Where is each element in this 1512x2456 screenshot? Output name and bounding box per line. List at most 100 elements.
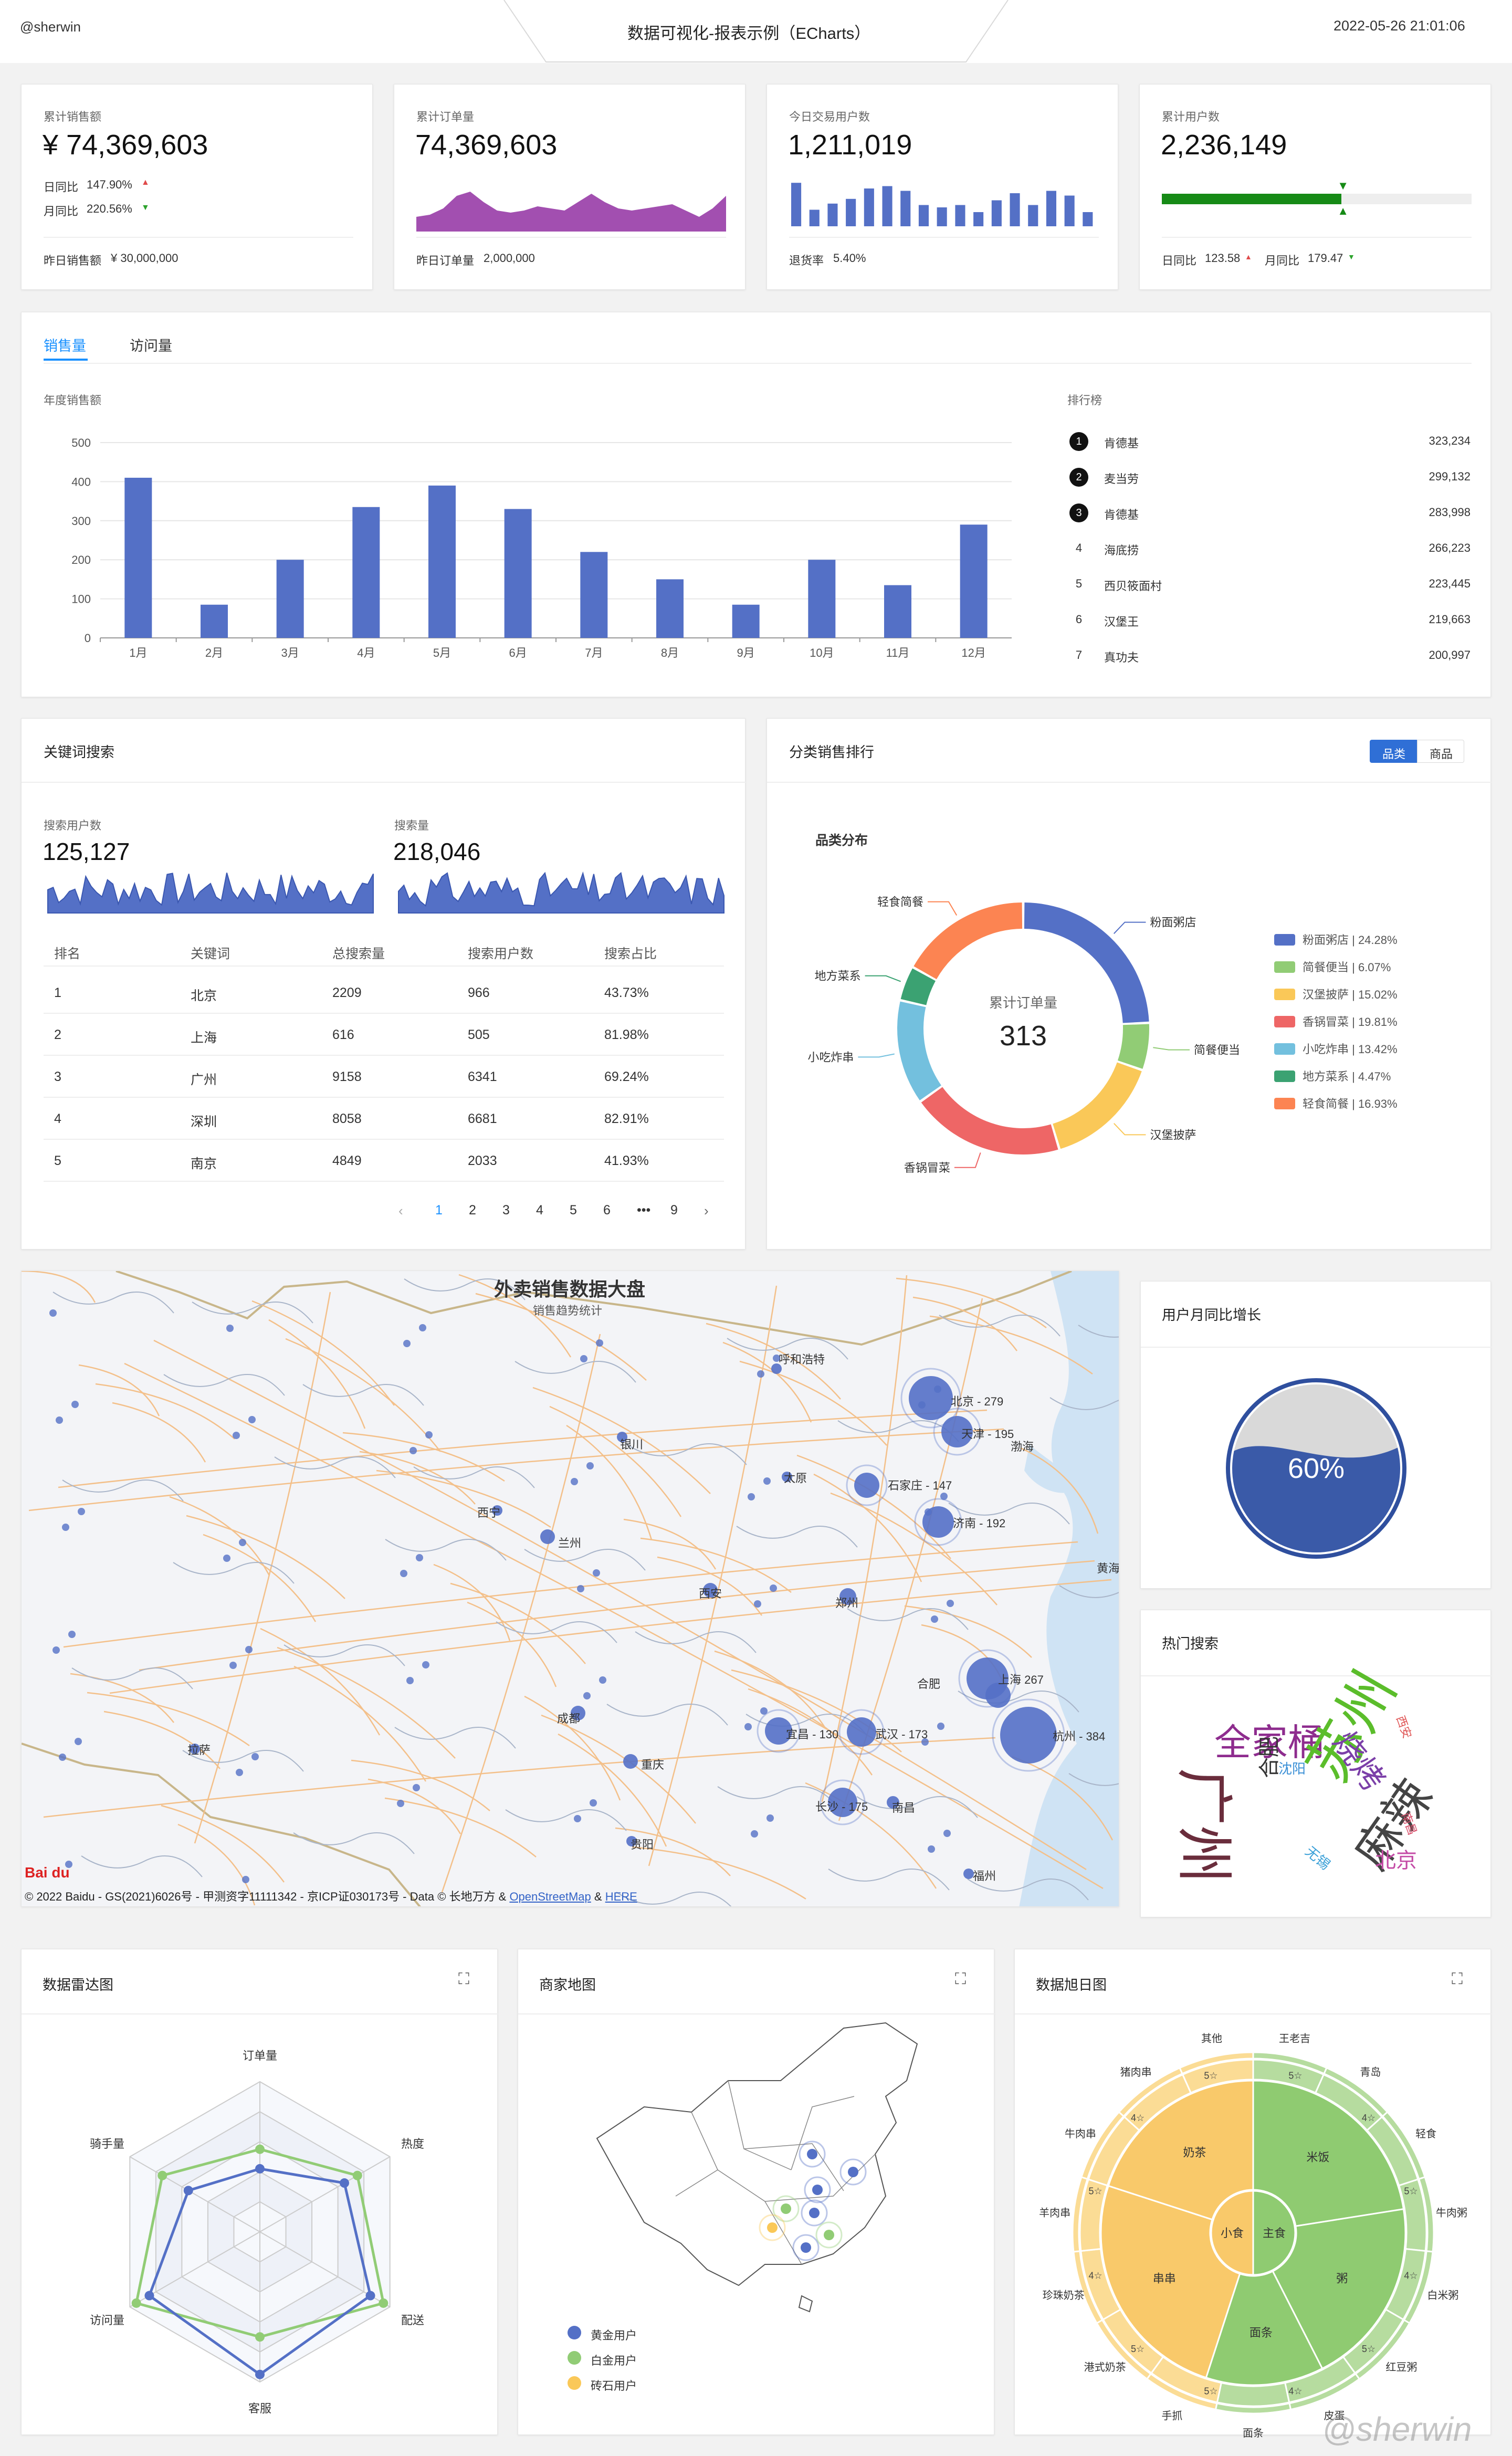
slice-leader-line (1153, 1047, 1190, 1051)
table-cell: 505 (468, 1027, 490, 1042)
kpi-label: 累计用户数 (1162, 110, 1220, 123)
table-cell: 5 (54, 1153, 61, 1168)
hainan-outline (798, 2295, 813, 2313)
table-cell[interactable]: 北京 (191, 985, 217, 1004)
rank-name[interactable]: 汉堡王 (1104, 613, 1139, 629)
radar-point (183, 2186, 193, 2196)
top-header: @sherwin 数据可视化-报表示例（ECharts） 2022-05-26 … (0, 0, 1512, 63)
footer-value: 5.40% (833, 251, 866, 265)
word-cloud-item[interactable]: 广州 (1167, 1768, 1251, 1883)
minor-city-dot (599, 1676, 606, 1684)
minor-city-dot (757, 1370, 764, 1378)
page-button[interactable]: 9 (670, 1203, 678, 1218)
growth-panel: 用户月同比增长 60% (1140, 1281, 1492, 1589)
page-button[interactable]: 4 (536, 1203, 543, 1218)
table-row-divider (44, 1097, 724, 1098)
table-cell[interactable]: 上海 (191, 1027, 217, 1046)
donut-slice (921, 1087, 1058, 1154)
prev-page-button[interactable]: ‹ (398, 1203, 403, 1219)
y-tick-label: 0 (85, 632, 91, 645)
minor-city-dot (413, 1784, 420, 1791)
page-button[interactable]: 2 (469, 1203, 476, 1218)
kpi-card-orders: 累计订单量 74,369,603 昨日订单量 2,000,000 (394, 84, 746, 290)
legend-swatch (1274, 1098, 1295, 1109)
users-bar (809, 209, 820, 226)
merchant-dot (809, 2208, 820, 2218)
city-dot (540, 1529, 555, 1544)
rank-name[interactable]: 肯德基 (1104, 434, 1139, 451)
page-button[interactable]: 3 (502, 1203, 510, 1218)
page-button[interactable]: 1 (435, 1203, 443, 1218)
merchant-china-map[interactable] (518, 1949, 995, 2436)
here-link[interactable]: HERE (605, 1890, 637, 1903)
next-page-button[interactable]: › (704, 1203, 709, 1219)
rank-name[interactable]: 西贝筱面村 (1104, 577, 1162, 594)
rank-name[interactable]: 海底捞 (1104, 541, 1139, 558)
table-cell[interactable]: 南京 (191, 1153, 217, 1172)
merchant-dot (812, 2185, 823, 2195)
minor-city-dot (416, 1554, 423, 1561)
china-sales-map[interactable]: 呼和浩特北京 - 279 天津 - 195 银川太原石家庄 - 147 济南 - 19… (22, 1271, 1119, 1907)
kpi-card-sales: 累计销售额 ¥ 74,369,603 日同比 147.90% ▲ 月同比 220… (21, 84, 373, 290)
donut-center-value: 313 (1000, 1020, 1047, 1052)
rank-name[interactable]: 真功夫 (1104, 648, 1139, 665)
word-cloud-item[interactable]: 西安 (1393, 1713, 1416, 1740)
sales-bar (732, 604, 760, 638)
city-label: 西安 (699, 1587, 722, 1600)
osm-link[interactable]: OpenStreetMap (509, 1890, 591, 1903)
x-tick-label: 6月 (509, 646, 527, 659)
word-cloud-item[interactable]: 北京 (1375, 1843, 1417, 1874)
users-bar (991, 200, 1002, 226)
divider (44, 237, 353, 238)
users-bar (973, 212, 984, 226)
page-button[interactable]: ••• (637, 1203, 650, 1218)
progress-fill (1162, 194, 1342, 204)
city-label: 渤海 (1011, 1440, 1034, 1453)
sunburst-star-label: 4☆ (1288, 2386, 1302, 2396)
progress-marker-top: ▼ (1337, 179, 1349, 192)
y-tick-label: 200 (71, 553, 91, 566)
rank-name[interactable]: 麦当劳 (1104, 470, 1139, 487)
minor-city-dot (400, 1570, 407, 1577)
city-label: 黄海 (1097, 1562, 1119, 1575)
divider (789, 237, 1099, 238)
table-cell[interactable]: 深圳 (191, 1111, 217, 1130)
sales-bar (504, 509, 532, 638)
minor-city-dot (751, 1830, 758, 1838)
city-label: 贵阳 (631, 1838, 654, 1851)
city-label: 福州 (973, 1870, 996, 1883)
minor-city-dot (75, 1738, 82, 1745)
minor-city-dot (403, 1340, 411, 1347)
x-tick-label: 10月 (810, 646, 834, 659)
page-button[interactable]: 5 (570, 1203, 577, 1218)
merchant-dot (824, 2230, 834, 2240)
page-button[interactable]: 6 (603, 1203, 611, 1218)
kpi-value: 74,369,603 (415, 129, 558, 161)
table-row-divider (44, 1055, 724, 1056)
rank-name[interactable]: 肯德基 (1104, 506, 1139, 522)
sunburst-star-label: 4☆ (1362, 2113, 1376, 2123)
city-label: 兰州 (558, 1537, 581, 1550)
sunburst-star-label: 5☆ (1131, 2344, 1144, 2354)
users-bar (918, 205, 929, 226)
user-handle[interactable]: @sherwin (20, 19, 81, 35)
radar-indicator-label: 配送 (401, 2314, 424, 2327)
y-tick-label: 300 (71, 515, 91, 528)
sales-bar (276, 560, 304, 638)
legend-swatch (1274, 1043, 1295, 1055)
legend-gold-label[interactable]: 黄金用户 (591, 2326, 637, 2343)
word-cloud-item[interactable]: 无锡 (1301, 1841, 1335, 1874)
footer-value: ¥ 30,000,000 (111, 251, 178, 265)
table-row-divider (44, 1181, 724, 1182)
sunburst-outer-label: 红豆粥 (1385, 2361, 1417, 2373)
legend-diamond-label[interactable]: 砖石用户 (591, 2377, 637, 2394)
minor-city-dot (251, 1753, 259, 1760)
word-cloud-item[interactable]: 沈阳 (1278, 1758, 1306, 1778)
table-cell[interactable]: 广州 (191, 1069, 217, 1088)
trend-up-icon: ▲ (1245, 253, 1252, 261)
minor-city-dot (419, 1324, 426, 1331)
minor-city-dot (593, 1569, 600, 1577)
minor-city-dot (226, 1325, 234, 1332)
legend-platinum-label[interactable]: 白金用户 (591, 2352, 637, 2368)
table-row-divider (44, 965, 724, 967)
